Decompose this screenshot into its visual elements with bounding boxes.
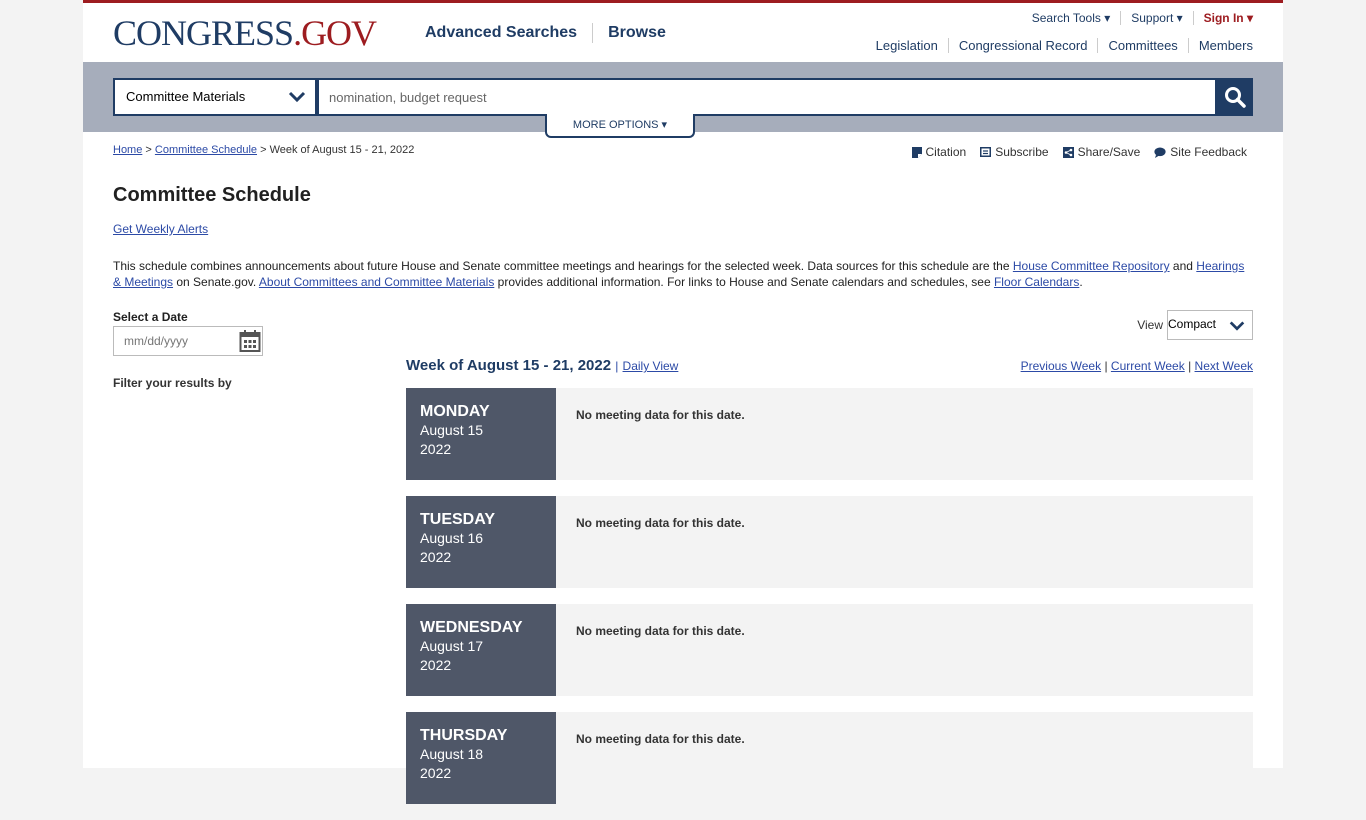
- intro-text-part: on Senate.gov.: [173, 275, 259, 289]
- logo-gov: .GOV: [293, 13, 377, 53]
- day-message: No meeting data for this date.: [576, 408, 745, 422]
- day-year: 2022: [420, 657, 452, 673]
- nav-divider: |: [1188, 359, 1192, 373]
- day-date: August 15: [420, 422, 484, 438]
- calendar-icon[interactable]: [239, 329, 261, 353]
- share-save-label: Share/Save: [1077, 145, 1141, 159]
- search-input[interactable]: [317, 78, 1217, 116]
- intro-text-part: This schedule combines announcements abo…: [113, 259, 1013, 273]
- filter-heading: Filter your results by: [113, 376, 232, 390]
- intro-text-part: .: [1079, 275, 1083, 289]
- day-name: TUESDAY: [420, 511, 495, 528]
- about-committees-link[interactable]: About Committees and Committee Materials: [259, 275, 494, 289]
- heading-divider: |: [615, 359, 619, 373]
- day-row-monday: MONDAY August 15 2022 No meeting data fo…: [406, 388, 1253, 480]
- congress-logo[interactable]: CONGRESS.GOV: [113, 13, 377, 53]
- support-link[interactable]: Support ▾: [1120, 11, 1192, 25]
- subscribe-button[interactable]: Subscribe: [980, 145, 1049, 159]
- nav-members[interactable]: Members: [1187, 38, 1253, 53]
- speech-bubble-icon: [1154, 147, 1166, 158]
- citation-button[interactable]: Citation: [911, 145, 967, 159]
- breadcrumb: Home > Committee Schedule > Week of Augu…: [113, 144, 414, 156]
- breadcrumb-home[interactable]: Home: [113, 144, 142, 156]
- view-select[interactable]: Compact: [1167, 310, 1253, 340]
- view-label: View: [1137, 318, 1163, 332]
- nav-divider: |: [1104, 359, 1108, 373]
- day-message: No meeting data for this date.: [576, 624, 745, 638]
- view-select-value: Compact: [1168, 317, 1217, 331]
- week-heading: Week of August 15 - 21, 2022 | Daily Vie…: [406, 357, 678, 374]
- sign-in-link[interactable]: Sign In ▾: [1192, 11, 1253, 25]
- nav-legislation[interactable]: Legislation: [866, 38, 948, 53]
- site-feedback-label: Site Feedback: [1170, 145, 1247, 159]
- page: CONGRESS.GOV Advanced Searches Browse Se…: [83, 0, 1283, 804]
- day-label: MONDAY August 15 2022: [406, 388, 556, 480]
- chevron-down-icon: [288, 91, 306, 103]
- current-week-link[interactable]: Current Week: [1111, 359, 1185, 373]
- intro-text-part: provides additional information. For lin…: [494, 275, 994, 289]
- day-label: TUESDAY August 16 2022: [406, 496, 556, 588]
- next-week-link[interactable]: Next Week: [1195, 359, 1253, 373]
- day-name: WEDNESDAY: [420, 619, 523, 636]
- week-title: Week of August 15 - 21, 2022: [406, 357, 612, 374]
- breadcrumb-current: Week of August 15 - 21, 2022: [269, 144, 415, 156]
- day-row-tuesday: TUESDAY August 16 2022 No meeting data f…: [406, 496, 1253, 588]
- search-icon: [1225, 87, 1246, 108]
- search-bar: Committee Materials MORE OPTIONS ▾: [83, 62, 1283, 138]
- day-name: MONDAY: [420, 403, 490, 420]
- breadcrumb-separator: >: [145, 144, 152, 156]
- subscribe-icon: [980, 147, 992, 157]
- day-row-wednesday: WEDNESDAY August 17 2022 No meeting data…: [406, 604, 1253, 696]
- share-icon: [1062, 146, 1074, 158]
- day-label: THURSDAY August 18 2022: [406, 712, 556, 804]
- day-year: 2022: [420, 549, 452, 565]
- day-label: WEDNESDAY August 17 2022: [406, 604, 556, 696]
- day-row-thursday: THURSDAY August 18 2022 No meeting data …: [406, 712, 1253, 804]
- breadcrumb-committee-schedule[interactable]: Committee Schedule: [155, 144, 257, 156]
- chevron-down-icon: [1229, 321, 1245, 331]
- day-message: No meeting data for this date.: [576, 732, 745, 746]
- secondary-nav: Legislation Congressional Record Committ…: [866, 38, 1253, 53]
- search-scope-select[interactable]: Committee Materials: [113, 78, 317, 116]
- page-title: Committee Schedule: [113, 184, 311, 206]
- day-year: 2022: [420, 765, 452, 781]
- nav-advanced-searches[interactable]: Advanced Searches: [425, 24, 577, 42]
- weekly-alerts-link[interactable]: Get Weekly Alerts: [113, 222, 208, 236]
- site-header: CONGRESS.GOV Advanced Searches Browse Se…: [83, 3, 1283, 62]
- daily-view-link[interactable]: Daily View: [623, 359, 679, 373]
- day-year: 2022: [420, 441, 452, 457]
- day-date: August 17: [420, 638, 484, 654]
- main-nav: Advanced Searches Browse: [425, 23, 666, 43]
- nav-divider: [592, 23, 594, 43]
- day-date: August 16: [420, 530, 484, 546]
- select-date-label: Select a Date: [113, 310, 188, 324]
- citation-label: Citation: [925, 145, 967, 159]
- day-list: MONDAY August 15 2022 No meeting data fo…: [406, 388, 1253, 820]
- search-scope-value: Committee Materials: [126, 89, 246, 104]
- day-message: No meeting data for this date.: [576, 516, 745, 530]
- intro-text: This schedule combines announcements abo…: [113, 258, 1253, 290]
- floor-calendars-link[interactable]: Floor Calendars: [994, 275, 1079, 289]
- logo-text: CONGRESS: [113, 13, 294, 53]
- week-navigation: Previous Week | Current Week | Next Week: [1021, 359, 1253, 373]
- more-options-toggle[interactable]: MORE OPTIONS ▾: [545, 114, 695, 138]
- house-committee-repository-link[interactable]: House Committee Repository: [1013, 259, 1170, 273]
- search-tools-link[interactable]: Search Tools ▾: [1022, 11, 1121, 25]
- nav-congressional-record[interactable]: Congressional Record: [947, 38, 1098, 53]
- breadcrumb-separator: >: [260, 144, 267, 156]
- day-date: August 18: [420, 746, 484, 762]
- share-save-button[interactable]: Share/Save: [1062, 145, 1141, 159]
- previous-week-link[interactable]: Previous Week: [1021, 359, 1101, 373]
- page-tools: Citation Subscribe Share/Save Site Feedb…: [898, 145, 1247, 159]
- search-button[interactable]: [1217, 78, 1253, 116]
- day-name: THURSDAY: [420, 727, 508, 744]
- nav-committees[interactable]: Committees: [1097, 38, 1187, 53]
- nav-browse[interactable]: Browse: [608, 24, 666, 42]
- utility-links: Search Tools ▾ Support ▾ Sign In ▾: [1022, 11, 1253, 25]
- intro-text-part: and: [1169, 259, 1197, 273]
- site-feedback-button[interactable]: Site Feedback: [1154, 145, 1247, 159]
- citation-icon: [911, 146, 922, 158]
- subscribe-label: Subscribe: [995, 145, 1049, 159]
- view-control: View Compact: [1137, 310, 1253, 340]
